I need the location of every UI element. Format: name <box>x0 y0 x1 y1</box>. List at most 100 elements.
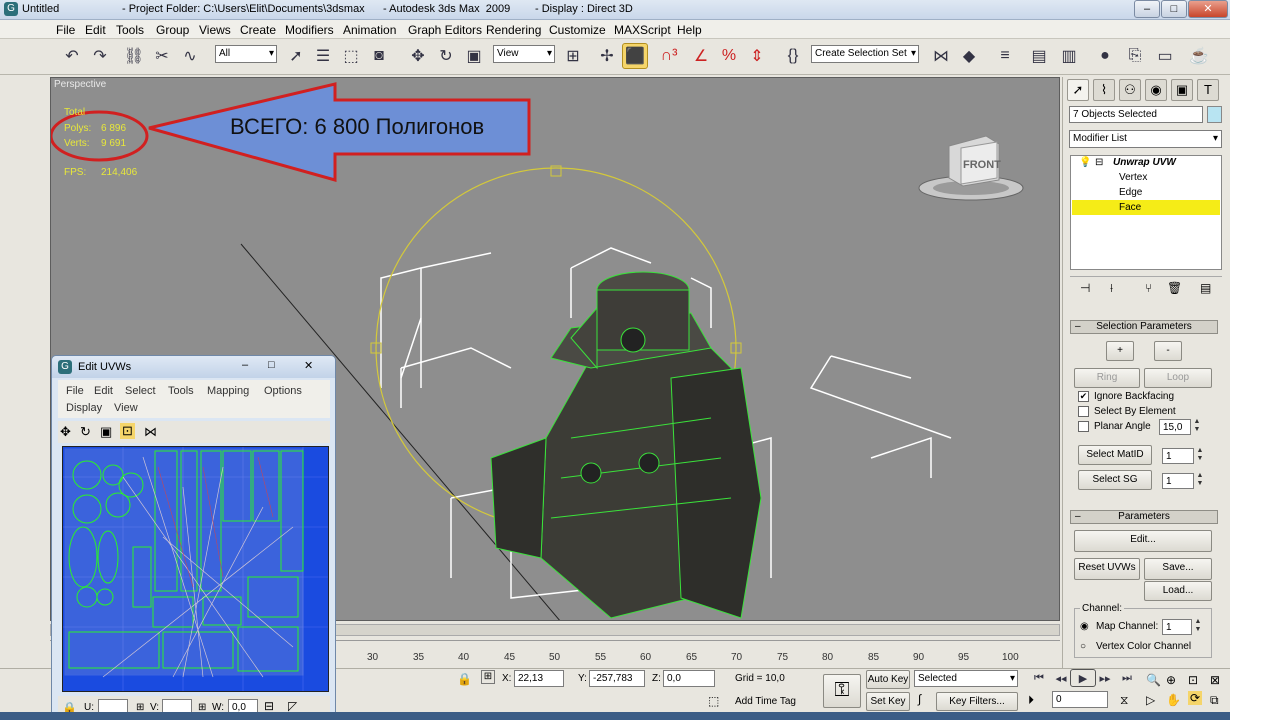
save-uvws-button[interactable]: Save... <box>1144 558 1212 580</box>
hierarchy-tab-icon[interactable]: ⚇ <box>1119 79 1141 101</box>
planar-angle-spinner[interactable]: ▲ ▼ <box>1193 418 1201 436</box>
rotate-icon[interactable]: ↻ <box>433 43 459 69</box>
pan-icon[interactable]: ✋ <box>1166 693 1181 707</box>
uvw-pin-icon[interactable]: ⊟ <box>264 699 274 713</box>
uvw-menu-select[interactable]: Select <box>125 385 156 397</box>
menu-views[interactable]: Views <box>199 23 231 37</box>
key-filters-button[interactable]: Key Filters... <box>936 692 1018 711</box>
redo-icon[interactable]: ↷ <box>87 43 113 69</box>
uvw-menu-view[interactable]: View <box>114 402 138 414</box>
absolute-mode-icon[interactable]: ⊞ <box>481 670 495 684</box>
uvw-menu-display[interactable]: Display <box>66 402 102 414</box>
edit-uvws-window[interactable]: G Edit UVWs – □ ✕ File Edit Select Tools… <box>51 355 336 720</box>
close-button[interactable]: ✕ <box>1188 0 1228 18</box>
go-to-end-icon[interactable]: ⏭ <box>1114 669 1140 687</box>
create-tab-icon[interactable]: ➚ <box>1067 79 1089 101</box>
utilities-tab-icon[interactable]: T <box>1197 79 1219 101</box>
scale-icon[interactable]: ▣ <box>461 43 487 69</box>
mirror-icon[interactable]: ⋈ <box>928 43 954 69</box>
menu-file[interactable]: File <box>56 23 75 37</box>
menu-create[interactable]: Create <box>240 23 276 37</box>
select-sg-button[interactable]: Select SG <box>1078 470 1152 490</box>
reset-uvws-button[interactable]: Reset UVWs <box>1074 558 1140 580</box>
menu-animation[interactable]: Animation <box>343 23 396 37</box>
pin-stack-icon[interactable]: ⊣ <box>1080 281 1090 295</box>
uvw-menu-options[interactable]: Options <box>264 385 302 397</box>
align-icon[interactable]: ◆ <box>956 43 982 69</box>
select-object-icon[interactable]: ➚ <box>283 43 309 69</box>
vertex-color-radio[interactable]: ○ <box>1080 641 1086 652</box>
edit-named-selection-icon[interactable]: {} <box>780 43 806 69</box>
menu-maxscript[interactable]: MAXScript <box>614 23 671 37</box>
move-icon[interactable]: ✥ <box>405 43 431 69</box>
sg-spinner[interactable]: ▲ ▼ <box>1196 472 1204 490</box>
bind-space-warp-icon[interactable]: ∿ <box>177 43 203 69</box>
maximize-viewport-icon[interactable]: ⧉ <box>1210 693 1219 708</box>
object-name-field[interactable]: 7 Objects Selected <box>1069 106 1203 123</box>
modifier-list-dropdown[interactable]: Modifier List ▾ <box>1069 130 1222 148</box>
uvw-minimize-button[interactable]: – <box>242 359 248 371</box>
configure-sets-icon[interactable]: ▤ <box>1200 281 1211 295</box>
zoom-extents-icon[interactable]: ⊡ <box>1188 673 1198 687</box>
uvw-filter-icon[interactable]: ◸ <box>288 699 297 713</box>
uvw-rotate-icon[interactable]: ↻ <box>80 424 91 440</box>
curve-icon[interactable]: ∫ <box>918 692 921 706</box>
edit-uvws-button[interactable]: Edit... <box>1074 530 1212 552</box>
parameters-rollout[interactable]: – Parameters <box>1070 510 1218 524</box>
menu-customize[interactable]: Customize <box>549 23 606 37</box>
snaps-toggle-icon[interactable]: ∩³ <box>656 43 682 69</box>
x-coordinate-field[interactable]: 22,13 <box>514 670 564 687</box>
keyboard-shortcut-toggle-icon[interactable]: ⬛ <box>622 43 648 69</box>
auto-key-button[interactable]: Auto Key <box>866 670 910 689</box>
uvw-freeform-icon[interactable]: ⊡ <box>120 423 135 439</box>
collapse-icon[interactable]: ⊟ <box>1095 157 1103 168</box>
material-editor-icon[interactable]: ● <box>1092 43 1118 69</box>
matid-spinner[interactable]: ▲ ▼ <box>1196 447 1204 465</box>
matid-field[interactable]: 1 <box>1162 448 1194 464</box>
curve-editor-icon[interactable]: ▤ <box>1026 43 1052 69</box>
ignore-backfacing-checkbox[interactable]: ✔ <box>1078 391 1089 402</box>
field-of-view-icon[interactable]: ▷ <box>1146 693 1155 707</box>
menu-graph-editors[interactable]: Graph Editors <box>408 23 482 37</box>
sg-field[interactable]: 1 <box>1162 473 1194 489</box>
selection-filter-dropdown[interactable]: All ▾ <box>215 45 277 63</box>
menu-tools[interactable]: Tools <box>116 23 144 37</box>
display-tab-icon[interactable]: ▣ <box>1171 79 1193 101</box>
schematic-view-icon[interactable]: ▥ <box>1056 43 1082 69</box>
menu-modifiers[interactable]: Modifiers <box>285 23 334 37</box>
uvw-close-button[interactable]: ✕ <box>304 359 313 372</box>
edit-uvws-titlebar[interactable]: G Edit UVWs – □ ✕ <box>52 356 335 378</box>
zoom-icon[interactable]: 🔍 <box>1146 673 1161 687</box>
viewport-label[interactable]: Perspective <box>54 79 106 90</box>
viewcube-front-label[interactable]: FRONT <box>963 159 1001 171</box>
map-channel-radio[interactable]: ◉ <box>1080 621 1089 632</box>
sub-object-face[interactable]: Face <box>1119 202 1141 213</box>
ring-button[interactable]: Ring <box>1074 368 1140 388</box>
rendered-frame-icon[interactable]: ▭ <box>1152 43 1178 69</box>
shrink-selection-button[interactable]: - <box>1154 341 1182 361</box>
add-time-tag-button[interactable]: Add Time Tag <box>735 696 796 707</box>
key-icon[interactable]: ⚿ <box>823 674 861 708</box>
spinner-snap-icon[interactable]: ⇕ <box>744 43 770 69</box>
pivot-center-icon[interactable]: ⊞ <box>560 43 586 69</box>
selection-parameters-rollout[interactable]: – Selection Parameters <box>1070 320 1218 334</box>
minimize-button[interactable]: – <box>1134 0 1160 18</box>
undo-icon[interactable]: ↶ <box>59 43 85 69</box>
key-mode-dropdown[interactable]: Selected ▾ <box>914 670 1018 687</box>
planar-angle-checkbox[interactable] <box>1078 421 1089 432</box>
sub-object-edge[interactable]: Edge <box>1119 187 1142 198</box>
modifier-unwrap-uvw[interactable]: Unwrap UVW <box>1113 157 1176 168</box>
reference-coordinate-dropdown[interactable]: View ▾ <box>493 45 555 63</box>
uvw-move-icon[interactable]: ✥ <box>60 424 71 440</box>
show-end-result-icon[interactable]: ⟊ <box>1110 281 1113 296</box>
y-coordinate-field[interactable]: -257,783 <box>589 670 645 687</box>
layer-manager-icon[interactable]: ≡ <box>992 43 1018 69</box>
uvw-maximize-button[interactable]: □ <box>268 359 275 371</box>
render-setup-icon[interactable]: ⎘ <box>1122 43 1148 69</box>
unlink-icon[interactable]: ✂ <box>149 43 175 69</box>
percent-snap-icon[interactable]: % <box>716 43 742 69</box>
named-selection-dropdown[interactable]: Create Selection Set ▾ <box>811 45 919 63</box>
select-by-name-icon[interactable]: ☰ <box>310 43 336 69</box>
modify-tab-icon[interactable]: ⌇ <box>1093 79 1115 101</box>
time-tag-icon[interactable]: ⬚ <box>708 694 719 708</box>
